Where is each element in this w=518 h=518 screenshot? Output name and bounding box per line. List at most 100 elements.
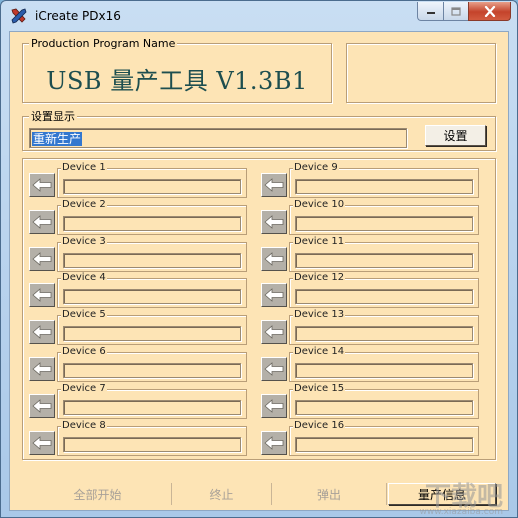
arrow-left-icon	[264, 362, 284, 376]
device-slot: Device 16	[289, 419, 479, 456]
device-label: Device 12	[293, 272, 346, 285]
device-label: Device 15	[293, 382, 346, 395]
device-label: Device 7	[61, 382, 107, 395]
client-area: Production Program Name USB 量产工具 V1.3B1 …	[9, 31, 509, 511]
device-slot: Device 4	[57, 272, 247, 309]
device-label: Device 8	[61, 419, 107, 432]
device-arrow-button[interactable]	[261, 246, 287, 271]
arrow-left-icon	[264, 398, 284, 413]
maximize-icon	[451, 6, 461, 16]
production-program-label: Production Program Name	[29, 37, 178, 50]
device-status-field	[295, 289, 473, 305]
start-all-button[interactable]: 全部开始	[24, 483, 172, 505]
device-label: Device 4	[61, 272, 107, 285]
device-label: Device 3	[61, 235, 107, 248]
program-name: USB 量产工具 V1.3B1	[46, 67, 308, 95]
eject-label: 弹出	[316, 487, 341, 502]
stop-button[interactable]: 终止	[172, 483, 272, 505]
arrow-left-icon	[264, 435, 284, 450]
device-status-field	[295, 436, 473, 452]
device-arrow-button[interactable]	[261, 320, 287, 345]
minimize-button[interactable]	[417, 2, 443, 21]
arrow-left-icon	[32, 435, 52, 450]
device-arrow-button[interactable]	[261, 357, 287, 381]
minimize-icon	[426, 12, 435, 14]
device-arrow-button[interactable]	[29, 393, 55, 418]
stop-label: 终止	[209, 487, 234, 502]
device-arrow-button[interactable]	[261, 393, 287, 418]
app-window: iCreate PDx16 Production Program Name US…	[0, 0, 518, 518]
device-label: Device 1	[61, 162, 107, 174]
arrow-left-icon	[264, 214, 284, 229]
devices-group: Device 1 Device 2 Device 3 Device 4 Device 5…	[22, 158, 496, 460]
eject-button[interactable]: 弹出	[272, 483, 387, 505]
maximize-button[interactable]	[443, 2, 468, 21]
device-slot: Device 13	[289, 309, 479, 346]
device-status-field	[63, 289, 241, 305]
device-arrow-button[interactable]	[261, 283, 287, 308]
device-slot: Device 7	[57, 382, 247, 419]
arrow-left-icon	[32, 325, 52, 340]
device-status-field	[295, 179, 473, 194]
device-status-field	[63, 215, 241, 231]
device-label: Device 9	[293, 162, 339, 174]
device-arrow-button[interactable]	[261, 430, 287, 455]
arrow-left-icon	[32, 178, 52, 192]
device-arrow-button[interactable]	[261, 209, 287, 234]
device-arrow-button[interactable]	[29, 209, 55, 234]
device-label: Device 10	[293, 198, 346, 211]
device-arrow-button[interactable]	[29, 283, 55, 308]
device-label: Device 2	[61, 198, 107, 211]
device-arrow-button[interactable]	[261, 173, 287, 197]
device-slot: Device 1	[57, 162, 247, 198]
device-status-field	[295, 252, 473, 268]
close-button[interactable]	[468, 2, 511, 21]
device-arrow-button[interactable]	[29, 320, 55, 345]
device-slot: Device 2	[57, 198, 247, 235]
device-slot: Device 5	[57, 309, 247, 346]
arrow-left-icon	[32, 288, 52, 303]
device-slot: Device 10	[289, 198, 479, 235]
watermark-url: www.xiazaiba.com	[419, 507, 503, 517]
device-slot: Device 12	[289, 272, 479, 309]
production-program-group: Production Program Name USB 量产工具 V1.3B1	[22, 37, 332, 103]
title-bar[interactable]: iCreate PDx16	[1, 1, 517, 31]
arrow-left-icon	[264, 288, 284, 303]
arrow-left-icon	[264, 178, 284, 192]
arrow-left-icon	[32, 362, 52, 376]
device-arrow-button[interactable]	[29, 246, 55, 271]
close-icon	[484, 5, 495, 17]
device-status-field	[295, 399, 473, 415]
device-arrow-button[interactable]	[29, 173, 55, 197]
device-status-field	[295, 326, 473, 342]
device-status-field	[295, 215, 473, 231]
arrow-left-icon	[32, 214, 52, 229]
device-label: Device 13	[293, 309, 346, 322]
device-label: Device 16	[293, 419, 346, 432]
device-status-field	[63, 179, 241, 194]
device-status-field	[295, 363, 473, 378]
device-arrow-button[interactable]	[29, 430, 55, 455]
window-controls	[417, 2, 511, 21]
device-label: Device 11	[293, 235, 346, 248]
device-slot: Device 14	[289, 346, 479, 382]
arrow-left-icon	[264, 251, 284, 266]
set-button[interactable]: 设置	[425, 125, 486, 146]
production-side-panel	[346, 43, 496, 103]
setting-input-value: 重新生产	[32, 132, 83, 146]
setting-input[interactable]: 重新生产	[29, 128, 407, 148]
window-title: iCreate PDx16	[35, 9, 121, 23]
arrow-left-icon	[32, 398, 52, 413]
tools-icon	[11, 8, 27, 24]
device-status-field	[63, 399, 241, 415]
device-status-field	[63, 363, 241, 378]
device-slot: Device 8	[57, 419, 247, 456]
device-status-field	[63, 326, 241, 342]
device-arrow-button[interactable]	[29, 357, 55, 381]
device-slot: Device 15	[289, 382, 479, 419]
start-all-label: 全部开始	[73, 487, 122, 502]
setting-display-group: 设置显示 重新生产 设置	[22, 110, 496, 151]
device-slot: Device 9	[289, 162, 479, 198]
device-status-field	[63, 436, 241, 452]
arrow-left-icon	[264, 325, 284, 340]
